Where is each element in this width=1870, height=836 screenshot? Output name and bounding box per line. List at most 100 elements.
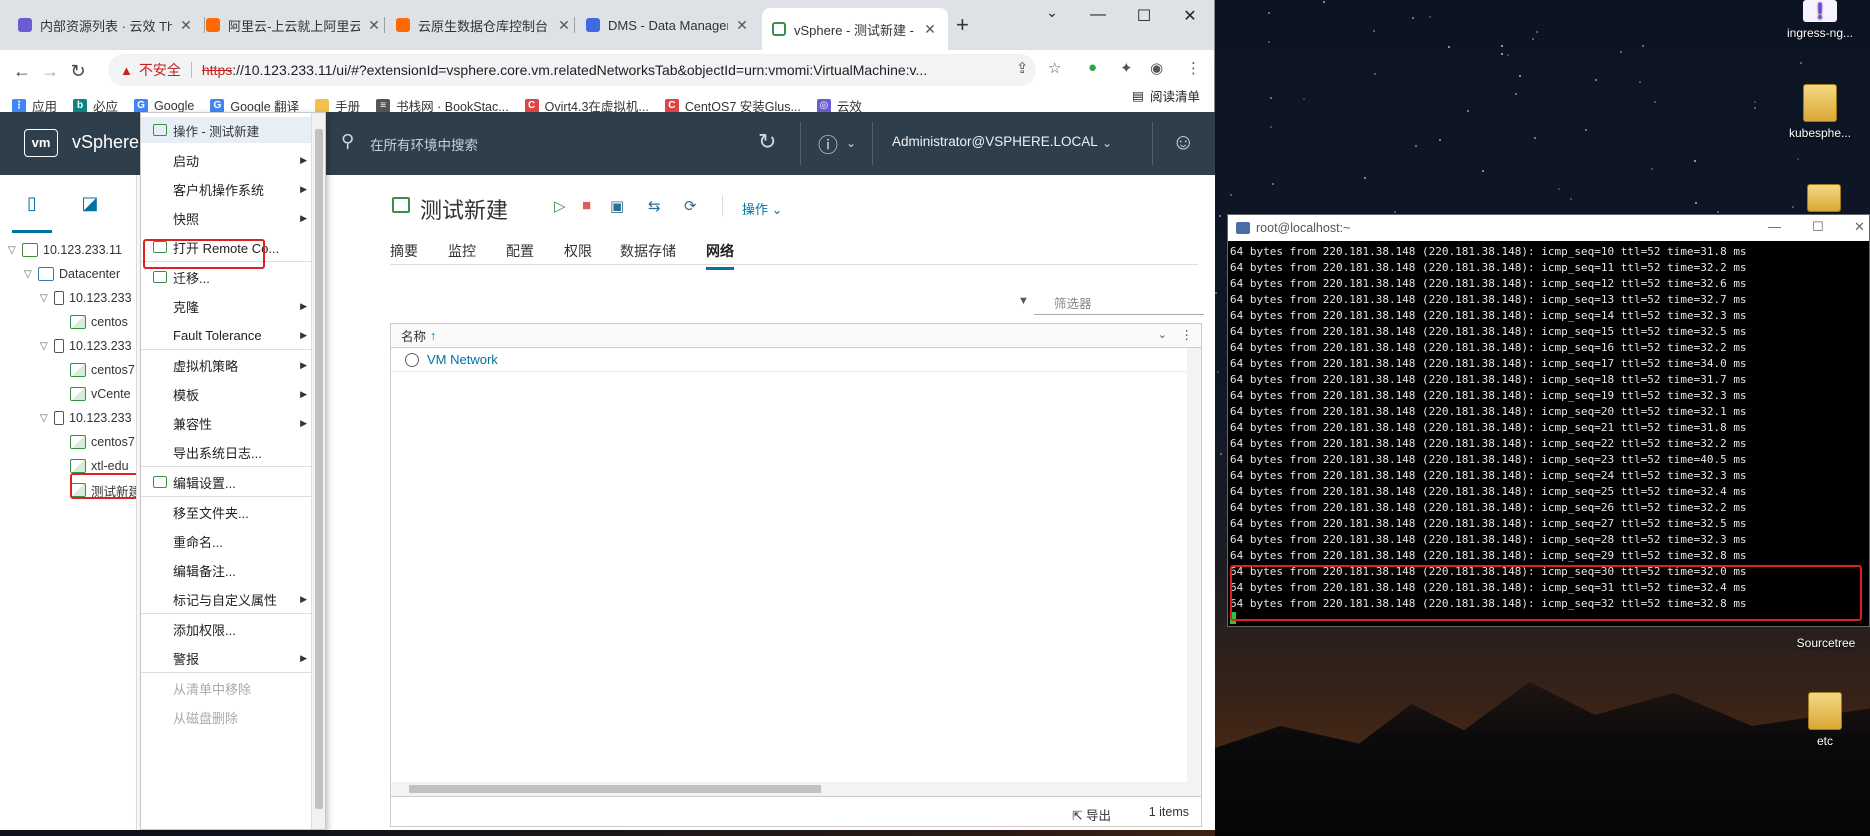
browser-tab[interactable]: 内部资源列表 · 云效 Th ✕ [8,8,204,42]
expand-toggle-icon[interactable]: ▽ [24,269,38,280]
chevron-down-icon[interactable]: ⌄ [1102,136,1112,150]
tab-networks[interactable]: 网络 [706,241,734,270]
context-menu-item[interactable]: 重命名... [141,526,313,556]
context-menu-item[interactable]: 虚拟机策略 ▶ [141,350,313,380]
desktop-icon-ingress[interactable]: ! ingress-ng... [1775,0,1865,40]
snapshot-icon[interactable]: ⟳ [684,197,697,215]
tab-datastores[interactable]: 数据存储 [620,241,676,261]
context-menu-item[interactable]: Fault Tolerance ▶ [141,320,313,350]
power-off-icon[interactable]: ■ [582,197,591,214]
tree-node-host[interactable]: ▽ 10.123.233 [40,287,132,309]
desktop-icon-kubesphere[interactable]: kubesphe... [1775,84,1865,140]
close-icon[interactable]: ✕ [1168,6,1212,26]
profile-avatar-icon[interactable]: ◉ [1150,59,1163,77]
context-menu-item[interactable]: 警报 ▶ [141,643,313,673]
tab-close-icon[interactable]: ✕ [556,17,572,34]
vertical-scrollbar[interactable] [1187,348,1201,796]
tree-node-host[interactable]: ▽ 10.123.233 [40,335,132,357]
desktop-icon-etc[interactable]: etc [1780,692,1870,748]
forward-icon[interactable]: → [36,61,64,82]
tree-node-host[interactable]: ▽ 10.123.233 [40,407,132,429]
tab-close-icon[interactable]: ✕ [178,17,194,34]
export-button[interactable]: ⇱ 导出 [1072,805,1111,824]
tree-node-vm[interactable]: vCente [56,383,131,405]
filter-input[interactable]: ▼ 筛选器 [1018,293,1204,315]
tree-node-vm[interactable]: centos7 [56,431,135,453]
vms-templates-tab-icon[interactable]: ◪ [70,193,110,233]
network-name-link[interactable]: VM Network [427,352,498,367]
extensions-icon[interactable]: ✦ [1120,59,1133,77]
bookmark-star-icon[interactable]: ☆ [1048,59,1061,77]
terminal-titlebar[interactable]: root@localhost:~ — ☐ ✕ [1228,215,1869,241]
more-menu-icon[interactable]: ⋮ [1186,59,1201,77]
minimize-icon[interactable]: — [1076,6,1120,24]
context-menu-scrollbar[interactable] [311,113,325,829]
tree-node-vm[interactable]: centos [56,311,128,333]
context-menu-item[interactable]: 克隆 ▶ [141,291,313,321]
refresh-icon[interactable]: ↻ [758,129,776,155]
tab-close-icon[interactable]: ✕ [734,17,750,34]
close-icon[interactable]: ✕ [1854,219,1865,235]
browser-tab[interactable]: 阿里云-上云就上阿里云 ✕ [196,8,392,42]
context-menu-item[interactable]: 模板 ▶ [141,379,313,409]
bookmark-item[interactable]: G Google [134,98,194,113]
column-options-icon[interactable]: ⋮ [1181,327,1194,342]
chevron-down-icon[interactable]: ⌄ [846,136,856,150]
tab-close-icon[interactable]: ✕ [922,21,938,38]
smiley-feedback-icon[interactable]: ☺ [1172,129,1194,155]
help-icon[interactable]: ⓘ [818,129,838,158]
product-name[interactable]: vSphere [72,132,139,153]
expand-toggle-icon[interactable]: ▽ [8,245,22,256]
actions-menu[interactable]: 操作 ⌄ [742,199,783,218]
context-menu-item[interactable]: 添加权限... [141,614,313,644]
tree-node-vc[interactable]: ▽ 10.123.233.11 [8,239,122,261]
user-menu[interactable]: Administrator@VSPHERE.LOCAL [892,134,1098,149]
tab-configure[interactable]: 配置 [506,241,534,261]
reading-list[interactable]: ▤ 阅读清单 [1132,86,1200,105]
context-menu-item[interactable]: 快照 ▶ [141,203,313,233]
context-menu-item[interactable]: 导出系统日志... [141,437,313,467]
search-icon[interactable]: ⚲ [341,131,354,152]
tab-permissions[interactable]: 权限 [564,241,592,261]
terminal-window[interactable]: root@localhost:~ — ☐ ✕ 64 bytes from 220… [1227,214,1870,627]
expand-toggle-icon[interactable]: ▽ [40,413,54,424]
reload-icon[interactable]: ↻ [64,61,92,82]
tab-search-icon[interactable]: ⌄ [1030,4,1074,21]
maximize-icon[interactable]: ☐ [1122,6,1166,26]
table-row[interactable]: VM Network [391,348,1201,372]
context-menu-item[interactable]: 移至文件夹... [141,497,313,527]
context-menu-item[interactable]: 编辑备注... [141,555,313,585]
vmware-logo[interactable]: vm [24,129,58,157]
context-menu-item[interactable]: 兼容性 ▶ [141,408,313,438]
extension-evernote-icon[interactable]: ● [1088,59,1097,76]
context-menu-item[interactable]: 编辑设置... [141,467,313,497]
context-menu-item[interactable]: 客户机操作系统 ▶ [141,174,313,204]
tab-monitor[interactable]: 监控 [448,241,476,261]
horizontal-scrollbar[interactable] [391,782,1188,796]
minimize-icon[interactable]: — [1768,219,1781,234]
power-on-icon[interactable]: ▷ [554,197,566,215]
context-menu-item[interactable]: 标记与自定义属性 ▶ [141,584,313,614]
desktop-icon-sourcetree[interactable]: Sourcetree [1781,636,1870,650]
tab-close-icon[interactable]: ✕ [366,17,382,34]
tree-node-vm[interactable]: centos7 [56,359,135,381]
tree-node-dc[interactable]: ▽ Datacenter [24,263,120,285]
hosts-clusters-tab-icon[interactable]: ▯ [12,193,52,233]
migrate-icon[interactable]: ⇆ [648,197,661,215]
back-icon[interactable]: ← [8,61,36,82]
new-tab-button[interactable]: + [956,12,969,38]
expand-toggle-icon[interactable]: ▽ [40,293,54,304]
expand-toggle-icon[interactable]: ▽ [40,341,54,352]
global-search-input[interactable]: 在所有环境中搜索 [370,134,478,154]
column-header-name[interactable]: 名称 ↑ ⌄ ⋮ [391,324,1201,348]
context-menu-item[interactable]: 启动 ▶ [141,145,313,175]
tab-summary[interactable]: 摘要 [390,241,418,261]
browser-tab[interactable]: DMS - Data Managem ✕ [576,8,760,42]
column-chevron-icon[interactable]: ⌄ [1158,328,1167,341]
maximize-icon[interactable]: ☐ [1812,219,1824,235]
desktop-icon-partial[interactable] [1779,184,1869,216]
share-icon[interactable]: ⇪ [1016,59,1029,77]
browser-tab[interactable]: 云原生数据仓库控制台 ✕ [386,8,582,42]
address-bar[interactable]: ▲ 不安全 https://10.123.233.11/ui/#?extensi… [108,54,1036,86]
browser-tab-active[interactable]: vSphere - 测试新建 - ✕ [762,8,948,50]
